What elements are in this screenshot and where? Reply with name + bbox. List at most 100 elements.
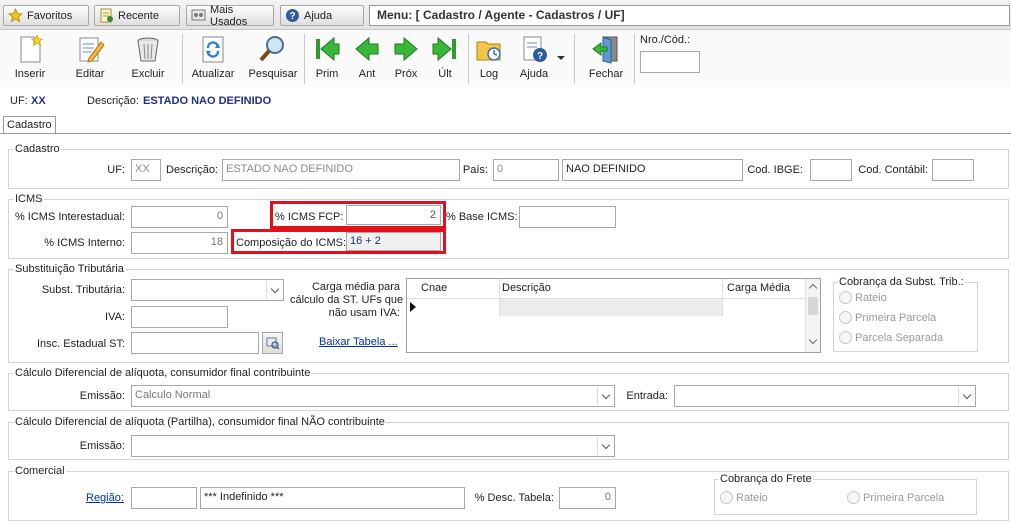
grid-scrollbar[interactable] (805, 279, 820, 352)
log-label: Log (479, 68, 499, 80)
pesquisar-label: Pesquisar (248, 68, 298, 80)
scroll-thumb[interactable] (808, 297, 818, 315)
atualizar-button[interactable]: Atualizar (189, 32, 237, 86)
mais-usados-label: Mais Usados (210, 3, 248, 28)
pesquisar-button[interactable]: Pesquisar (248, 32, 298, 86)
first-record-icon (312, 34, 342, 64)
inserir-button[interactable]: Inserir (8, 32, 52, 86)
difal-contrib-entrada-select[interactable] (674, 385, 976, 407)
recente-tab[interactable]: Recente (94, 5, 180, 26)
cad-contabil-label: Cod. Contábil: (858, 164, 928, 176)
ult-button[interactable]: Últ (428, 32, 462, 86)
ajuda-tab[interactable]: ? Ajuda (280, 5, 364, 26)
regiao-name-input[interactable]: *** Indefinido *** (200, 487, 465, 509)
scroll-down-icon[interactable] (808, 335, 818, 345)
cobranca-subst-title: Cobrança da Subst. Trib.: (838, 276, 965, 288)
mais-usados-tab[interactable]: Mais Usados (186, 3, 274, 28)
scroll-up-icon[interactable] (808, 283, 818, 293)
svg-text:?: ? (537, 51, 543, 62)
chevron-down-icon[interactable] (958, 387, 974, 405)
chevron-down-icon[interactable] (597, 437, 613, 455)
subst-trib-select[interactable] (131, 279, 284, 301)
log-button[interactable]: Log (472, 32, 506, 86)
cad-contabil-input[interactable] (932, 159, 974, 181)
ant-label: Ant (358, 68, 376, 80)
frete-primeira-radio[interactable]: Primeira Parcela (847, 491, 944, 504)
grid-row-descricao-cell[interactable] (500, 299, 722, 316)
iva-label: IVA: (105, 311, 125, 323)
ant-button[interactable]: Ant (350, 32, 384, 86)
ajuda-button[interactable]: ? Ajuda (514, 32, 554, 86)
ajuda-dropdown-icon[interactable] (557, 56, 565, 60)
difal-contrib-emissao-select[interactable]: Calculo Normal (131, 385, 615, 407)
chevron-down-icon[interactable] (266, 281, 282, 299)
cad-uf-label: UF: (107, 164, 125, 176)
regiao-link[interactable]: Região: (86, 492, 124, 504)
cobranca-primeira-radio[interactable]: Primeira Parcela (839, 311, 936, 324)
toolbar-separator (634, 34, 635, 84)
desc-tabela-input[interactable]: 0 (559, 487, 616, 509)
cobranca-rateio-radio[interactable]: Rateio (839, 291, 887, 304)
subst-trib-label: Subst. Tributária: (41, 284, 125, 296)
subst-group-title: Substituição Tributária (14, 263, 125, 275)
favoritos-label: Favoritos (27, 9, 73, 22)
prox-button[interactable]: Próx (389, 32, 423, 86)
carga-label-line3: não usam IVA: (328, 307, 400, 319)
fechar-button[interactable]: Fechar (584, 32, 628, 86)
ult-label: Últ (438, 68, 452, 80)
info-uf-value: XX (31, 95, 46, 107)
prim-button[interactable]: Prim (310, 32, 344, 86)
tab-divider (0, 133, 1011, 134)
desc-tabela-label: % Desc. Tabela: (474, 492, 554, 504)
difal-nao-emissao-select[interactable] (131, 435, 615, 457)
iva-input[interactable] (131, 306, 228, 328)
chevron-down-icon[interactable] (597, 387, 613, 405)
cad-pais-code-input[interactable]: 0 (493, 159, 559, 181)
icms-fcp-input[interactable]: 2 (346, 205, 441, 225)
cad-ibge-label: Cod. IBGE: (747, 164, 803, 176)
cad-uf-input[interactable]: XX (131, 159, 161, 181)
tab-cadastro[interactable]: Cadastro (3, 116, 56, 133)
nro-cod-input[interactable] (640, 51, 700, 73)
cobranca-separada-radio[interactable]: Parcela Separada (839, 331, 943, 344)
carga-media-grid[interactable]: Cnae Descrição Carga Média (406, 278, 821, 353)
favoritos-tab[interactable]: Favoritos (3, 5, 89, 26)
star-icon (7, 7, 24, 23)
record-info-line: UF: XX Descrição: ESTADO NAO DEFINIDO (0, 90, 1011, 114)
ajuda-tool-label: Ajuda (519, 68, 549, 80)
cad-pais-name-input[interactable]: NAO DEFINIDO (562, 159, 743, 181)
comercial-group-title: Comercial (14, 465, 66, 477)
icms-interestadual-input[interactable]: 0 (131, 206, 228, 228)
insc-lookup-button[interactable] (262, 332, 283, 354)
info-desc-label: Descrição: (87, 95, 139, 107)
icms-group-title: ICMS (14, 193, 44, 205)
difal-contribuinte-title: Cálculo Diferencial de alíquota, consumi… (14, 367, 312, 379)
difal-contrib-emissao-label: Emissão: (79, 390, 125, 402)
toolbar-separator (574, 34, 575, 84)
cobranca-frete-title: Cobrança do Frete (719, 473, 813, 485)
cad-ibge-input[interactable] (810, 159, 852, 181)
icms-interno-input[interactable]: 18 (131, 232, 228, 254)
grid-row-cnae-cell[interactable] (421, 299, 499, 316)
trash-icon (133, 34, 163, 64)
exit-door-icon (591, 34, 621, 64)
difal-nao-contribuinte-title: Cálculo Diferencial de alíquota (Partilh… (14, 416, 386, 428)
last-record-icon (430, 34, 460, 64)
frete-rateio-radio[interactable]: Rateio (720, 491, 768, 504)
ajuda-label: Ajuda (304, 9, 333, 22)
insc-estadual-st-input[interactable] (131, 332, 259, 354)
icms-base-input[interactable] (519, 206, 616, 228)
search-icon (258, 34, 288, 64)
carga-label-line1: Carga média para (311, 281, 400, 293)
baixar-tabela-link[interactable]: Baixar Tabela ... (319, 336, 398, 348)
editar-button[interactable]: Editar (68, 32, 112, 86)
excluir-button[interactable]: Excluir (126, 32, 170, 86)
cobranca-primeira-label: Primeira Parcela (855, 311, 937, 324)
radio-icon (839, 331, 852, 344)
cad-desc-input[interactable]: ESTADO NAO DEFINIDO (222, 159, 460, 181)
help-document-icon: ? (519, 34, 549, 64)
grid-row-carga-cell[interactable] (723, 299, 805, 316)
row-indicator-icon (410, 302, 416, 312)
regiao-code-input[interactable] (131, 487, 197, 509)
cad-pais-label: País: (462, 164, 488, 176)
